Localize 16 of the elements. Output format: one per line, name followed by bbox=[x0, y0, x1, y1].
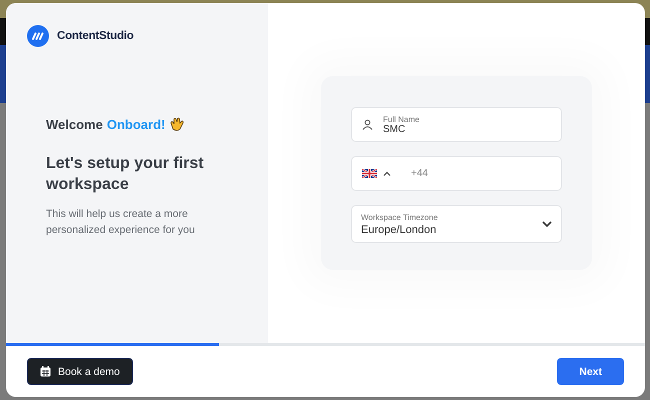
welcome-text: Welcome bbox=[46, 116, 103, 132]
flag-icon bbox=[362, 169, 377, 178]
phone-field[interactable]: +44 bbox=[351, 156, 562, 191]
setup-heading: Let's setup your first workspace bbox=[46, 154, 205, 195]
caret-icon[interactable] bbox=[383, 171, 391, 176]
chevron-down-icon bbox=[542, 221, 552, 227]
logo-icon bbox=[27, 25, 49, 47]
book-demo-button[interactable]: Book a demo bbox=[27, 358, 133, 385]
user-icon bbox=[362, 119, 373, 130]
welcome-highlight: Onboard! bbox=[106, 116, 166, 132]
full-name-field[interactable]: Full Name SMC bbox=[351, 107, 562, 142]
next-button[interactable]: Next bbox=[557, 358, 624, 385]
calendar-icon bbox=[40, 366, 51, 377]
brand-name: ContentStudio bbox=[57, 30, 134, 42]
setup-description: This will help us create a more personalized experience for you bbox=[46, 207, 196, 238]
timezone-select[interactable]: Workspace Timezone Europe/London bbox=[351, 205, 562, 243]
